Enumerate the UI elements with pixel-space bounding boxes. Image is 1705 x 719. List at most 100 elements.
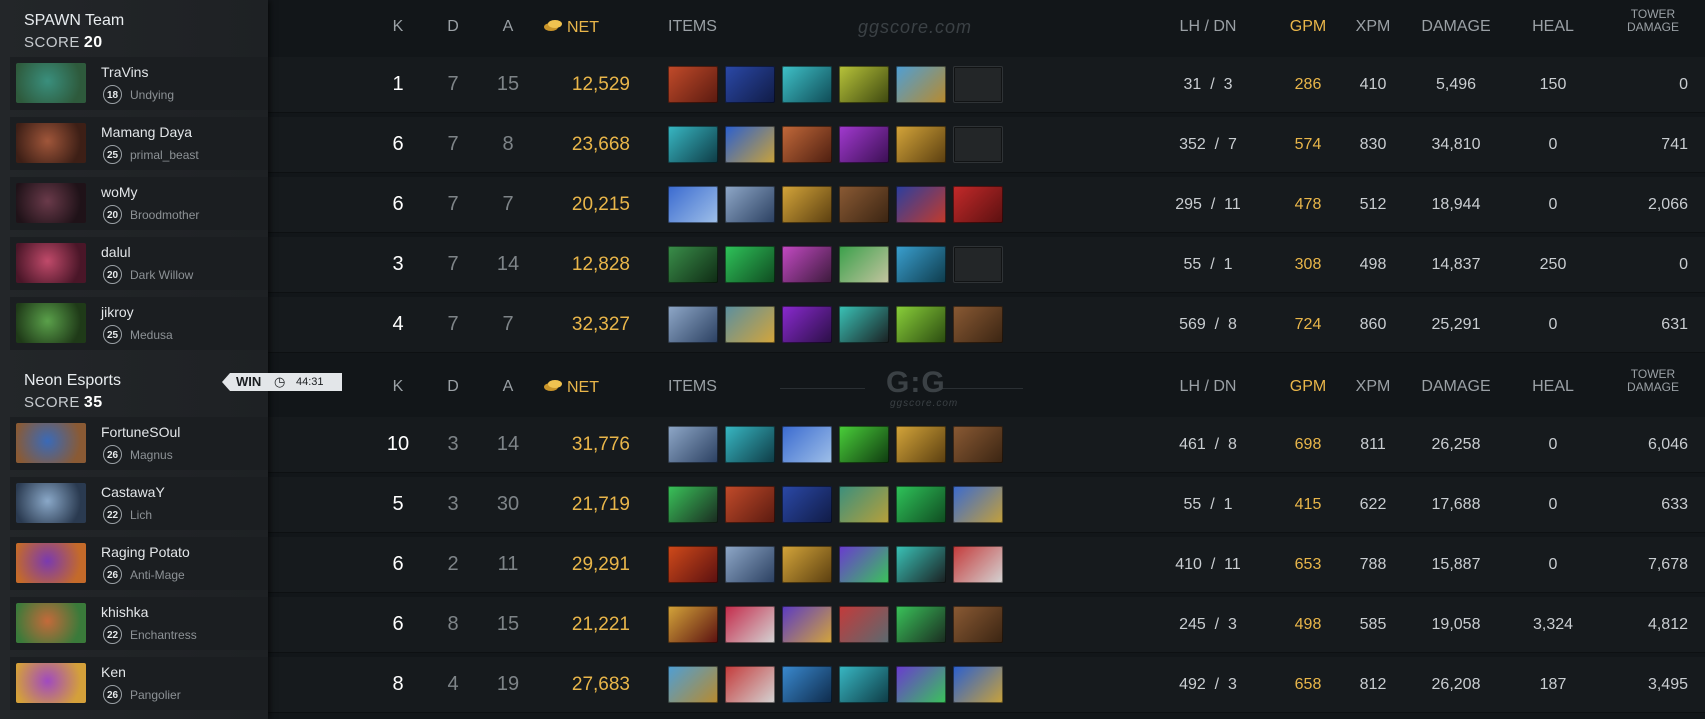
header-tower-damage[interactable]: TOWER DAMAGE [1613, 368, 1693, 394]
item-slot[interactable] [725, 246, 775, 283]
item-slot[interactable] [896, 486, 946, 523]
item-slot[interactable] [725, 666, 775, 703]
item-slot[interactable] [725, 186, 775, 223]
item-slot[interactable] [782, 186, 832, 223]
item-slot[interactable] [782, 126, 832, 163]
item-slot[interactable] [953, 546, 1003, 583]
header-xpm[interactable]: XPM [1343, 378, 1403, 396]
player-name[interactable]: jikroy [101, 304, 134, 320]
item-slot[interactable] [782, 546, 832, 583]
item-slot[interactable] [953, 486, 1003, 523]
empty-item-slot[interactable] [953, 246, 1003, 283]
item-slot[interactable] [668, 426, 718, 463]
item-slot[interactable] [896, 186, 946, 223]
item-slot[interactable] [668, 546, 718, 583]
item-slot[interactable] [839, 546, 889, 583]
item-slot[interactable] [896, 546, 946, 583]
player-card[interactable]: woMy 20 Broodmother [10, 177, 268, 230]
header-assists[interactable]: A [488, 378, 528, 396]
item-slot[interactable] [896, 246, 946, 283]
header-xpm[interactable]: XPM [1343, 18, 1403, 36]
header-net[interactable]: NET [543, 378, 599, 397]
header-lh-dn[interactable]: LH / DN [1148, 18, 1268, 36]
item-slot[interactable] [896, 426, 946, 463]
item-slot[interactable] [839, 606, 889, 643]
header-gpm[interactable]: GPM [1278, 18, 1338, 36]
player-name[interactable]: Mamang Daya [101, 124, 192, 140]
item-slot[interactable] [839, 186, 889, 223]
player-card[interactable]: Raging Potato 26 Anti-Mage [10, 537, 268, 590]
item-slot[interactable] [839, 246, 889, 283]
player-name[interactable]: CastawaY [101, 484, 165, 500]
player-name[interactable]: TraVins [101, 64, 148, 80]
header-net[interactable]: NET [543, 18, 599, 37]
header-damage[interactable]: DAMAGE [1406, 378, 1506, 396]
player-name[interactable]: Ken [101, 664, 126, 680]
header-tower-damage[interactable]: TOWER DAMAGE [1613, 8, 1693, 34]
item-slot[interactable] [896, 66, 946, 103]
item-slot[interactable] [839, 486, 889, 523]
item-slot[interactable] [839, 306, 889, 343]
player-name[interactable]: dalul [101, 244, 131, 260]
item-slot[interactable] [896, 666, 946, 703]
item-slot[interactable] [668, 186, 718, 223]
item-slot[interactable] [668, 126, 718, 163]
empty-item-slot[interactable] [953, 66, 1003, 103]
player-card[interactable]: dalul 20 Dark Willow [10, 237, 268, 290]
header-deaths[interactable]: D [433, 378, 473, 396]
item-slot[interactable] [725, 426, 775, 463]
item-slot[interactable] [668, 246, 718, 283]
header-heal[interactable]: HEAL [1518, 18, 1588, 36]
item-slot[interactable] [782, 246, 832, 283]
empty-item-slot[interactable] [953, 126, 1003, 163]
item-slot[interactable] [668, 606, 718, 643]
item-slot[interactable] [725, 66, 775, 103]
item-slot[interactable] [668, 306, 718, 343]
item-slot[interactable] [782, 426, 832, 463]
player-name[interactable]: FortuneSOul [101, 424, 180, 440]
player-name[interactable]: woMy [101, 184, 138, 200]
player-name[interactable]: Raging Potato [101, 544, 190, 560]
item-slot[interactable] [782, 486, 832, 523]
player-card[interactable]: CastawaY 22 Lich [10, 477, 268, 530]
player-card[interactable]: jikroy 25 Medusa [10, 297, 268, 350]
item-slot[interactable] [953, 426, 1003, 463]
item-slot[interactable] [839, 426, 889, 463]
item-slot[interactable] [953, 186, 1003, 223]
player-card[interactable]: Ken 26 Pangolier [10, 657, 268, 710]
header-kills[interactable]: K [378, 18, 418, 36]
header-lh-dn[interactable]: LH / DN [1148, 378, 1268, 396]
item-slot[interactable] [668, 666, 718, 703]
item-slot[interactable] [725, 546, 775, 583]
player-card[interactable]: FortuneSOul 26 Magnus [10, 417, 268, 470]
item-slot[interactable] [839, 126, 889, 163]
header-items[interactable]: ITEMS [668, 18, 717, 36]
item-slot[interactable] [896, 126, 946, 163]
item-slot[interactable] [725, 306, 775, 343]
header-items[interactable]: ITEMS [668, 378, 717, 396]
item-slot[interactable] [782, 306, 832, 343]
item-slot[interactable] [896, 606, 946, 643]
item-slot[interactable] [839, 66, 889, 103]
item-slot[interactable] [725, 486, 775, 523]
player-card[interactable]: TraVins 18 Undying [10, 57, 268, 110]
header-gpm[interactable]: GPM [1278, 378, 1338, 396]
header-kills[interactable]: K [378, 378, 418, 396]
header-damage[interactable]: DAMAGE [1406, 18, 1506, 36]
item-slot[interactable] [668, 486, 718, 523]
item-slot[interactable] [782, 666, 832, 703]
player-name[interactable]: khishka [101, 604, 148, 620]
header-deaths[interactable]: D [433, 18, 473, 36]
header-assists[interactable]: A [488, 18, 528, 36]
player-card[interactable]: khishka 22 Enchantress [10, 597, 268, 650]
item-slot[interactable] [896, 306, 946, 343]
item-slot[interactable] [953, 666, 1003, 703]
item-slot[interactable] [725, 126, 775, 163]
item-slot[interactable] [782, 606, 832, 643]
header-heal[interactable]: HEAL [1518, 378, 1588, 396]
item-slot[interactable] [953, 306, 1003, 343]
player-card[interactable]: Mamang Daya 25 primal_beast [10, 117, 268, 170]
item-slot[interactable] [782, 66, 832, 103]
item-slot[interactable] [953, 606, 1003, 643]
item-slot[interactable] [668, 66, 718, 103]
